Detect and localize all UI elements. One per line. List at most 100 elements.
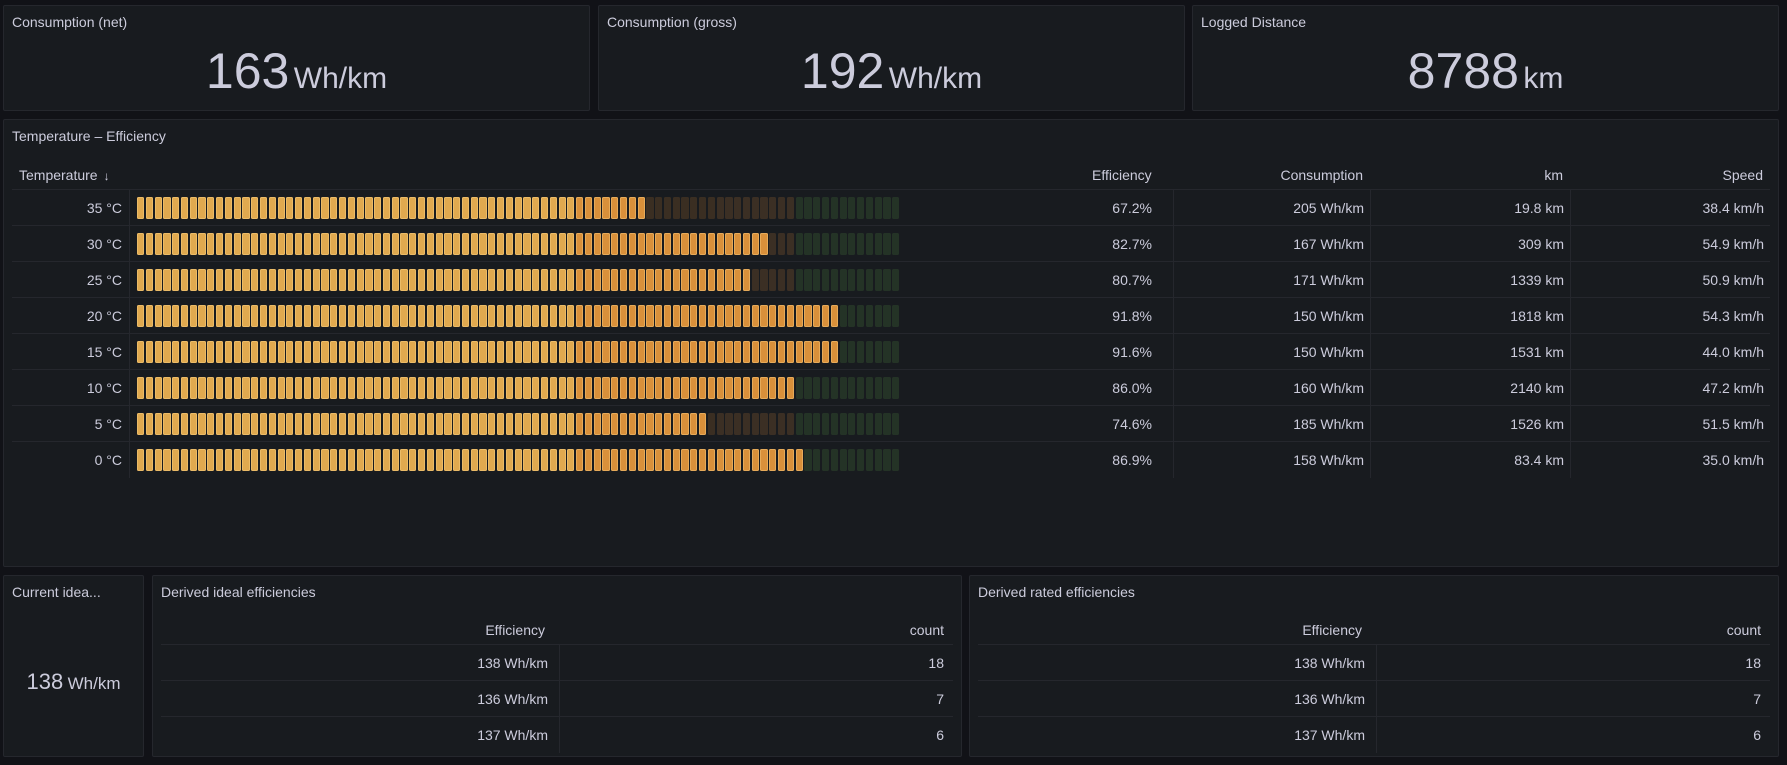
gauge-segment: [558, 377, 566, 399]
gauge-segment: [444, 341, 452, 363]
gauge-segment: [207, 341, 215, 363]
gauge-segment: [734, 413, 742, 435]
gauge-segment: [804, 305, 812, 327]
gauge-segment: [549, 341, 557, 363]
gauge-segment: [347, 341, 355, 363]
gauge-segment: [426, 449, 434, 471]
gauge-segment: [488, 197, 496, 219]
gauge-segment: [233, 413, 241, 435]
gauge-segment: [602, 233, 610, 255]
gauge-segment: [681, 413, 689, 435]
gauge-segment: [268, 377, 276, 399]
gauge-segment: [865, 413, 874, 435]
gauge-segment: [637, 305, 645, 327]
km-cell: 83.4 km: [1514, 452, 1564, 468]
gauge-segment: [295, 269, 303, 291]
gauge-segment: [505, 197, 513, 219]
gauge-segment: [628, 377, 636, 399]
gauge-segment: [751, 197, 759, 219]
gauge-segment: [523, 377, 531, 399]
gauge-segment: [242, 449, 250, 471]
gauge-segment: [409, 449, 417, 471]
gauge-segment: [769, 377, 777, 399]
gauge-segment: [189, 341, 197, 363]
column-header-temperature[interactable]: Temperature ↓: [19, 167, 110, 183]
gauge-segment: [567, 305, 575, 327]
column-header-consumption[interactable]: Consumption: [1281, 167, 1364, 183]
column-header-km[interactable]: km: [1544, 167, 1563, 183]
gauge-segment: [813, 341, 821, 363]
temperature-cell: 0 °C: [94, 452, 122, 468]
gauge-segment: [505, 341, 513, 363]
stat-unit: Wh/km: [888, 62, 983, 95]
gauge-segment: [523, 197, 531, 219]
gauge-segment: [409, 197, 417, 219]
column-header-speed[interactable]: Speed: [1723, 167, 1763, 183]
gauge-segment: [277, 413, 285, 435]
gauge-segment: [479, 341, 487, 363]
gauge-segment: [892, 233, 900, 255]
gauge-segment: [330, 233, 338, 255]
gauge-segment: [409, 233, 417, 255]
gauge-segment: [734, 233, 742, 255]
column-header-efficiency[interactable]: Efficiency: [1302, 622, 1362, 638]
gauge-segment: [646, 269, 654, 291]
km-cell: 309 km: [1518, 236, 1564, 252]
gauge-segment: [400, 341, 408, 363]
gauge-segment: [707, 449, 715, 471]
column-header-efficiency[interactable]: Efficiency: [1092, 167, 1152, 183]
gauge-segment: [558, 305, 566, 327]
gauge-segment: [584, 305, 593, 327]
speed-cell: 44.0 km/h: [1702, 344, 1764, 360]
gauge-segment: [681, 269, 689, 291]
gauge-segment: [690, 305, 698, 327]
gauge-segment: [646, 413, 654, 435]
gauge-segment: [795, 233, 803, 255]
gauge-segment: [637, 413, 645, 435]
column-header-count[interactable]: count: [910, 622, 944, 638]
gauge-segment: [497, 449, 505, 471]
gauge-segment: [804, 377, 812, 399]
gauge-segment: [576, 233, 584, 255]
stat-number: 8788: [1407, 43, 1519, 99]
gauge-segment: [821, 377, 830, 399]
gauge-segment: [567, 269, 575, 291]
gauge-segment: [418, 413, 426, 435]
gauge-segment: [198, 377, 206, 399]
gauge-segment: [576, 197, 584, 219]
gauge-segment: [584, 449, 593, 471]
gauge-segment: [707, 305, 715, 327]
gauge-segment: [365, 449, 373, 471]
gauge-segment: [655, 233, 663, 255]
gauge-segment: [786, 197, 794, 219]
speed-cell: 54.3 km/h: [1702, 308, 1764, 324]
gauge-segment: [163, 197, 171, 219]
temperature-cell: 20 °C: [86, 308, 122, 324]
gauge-segment: [154, 305, 162, 327]
column-header-count[interactable]: count: [1727, 622, 1761, 638]
gauge-segment: [453, 305, 461, 327]
gauge-segment: [470, 197, 478, 219]
gauge-segment: [198, 269, 206, 291]
gauge-segment: [198, 449, 206, 471]
gauge-segment: [646, 449, 654, 471]
gauge-segment: [857, 377, 865, 399]
column-header-efficiency[interactable]: Efficiency: [485, 622, 545, 638]
gauge-segment: [347, 413, 355, 435]
gauge-segment: [312, 377, 320, 399]
gauge-segment: [769, 413, 777, 435]
km-cell: 19.8 km: [1514, 200, 1564, 216]
efficiency-cell: 80.7%: [1112, 272, 1152, 288]
gauge-segment: [874, 305, 882, 327]
gauge-segment: [137, 377, 145, 399]
gauge-segment: [514, 449, 522, 471]
efficiency-cell: 136 Wh/km: [1294, 691, 1365, 707]
efficiency-cell: 137 Wh/km: [1294, 727, 1365, 743]
gauge-segment: [646, 305, 654, 327]
gauge-segment: [619, 377, 628, 399]
gauge-segment: [303, 305, 312, 327]
gauge-segment: [224, 305, 232, 327]
efficiency-bar-gauge: [137, 197, 901, 219]
gauge-segment: [382, 413, 391, 435]
gauge-segment: [505, 413, 513, 435]
